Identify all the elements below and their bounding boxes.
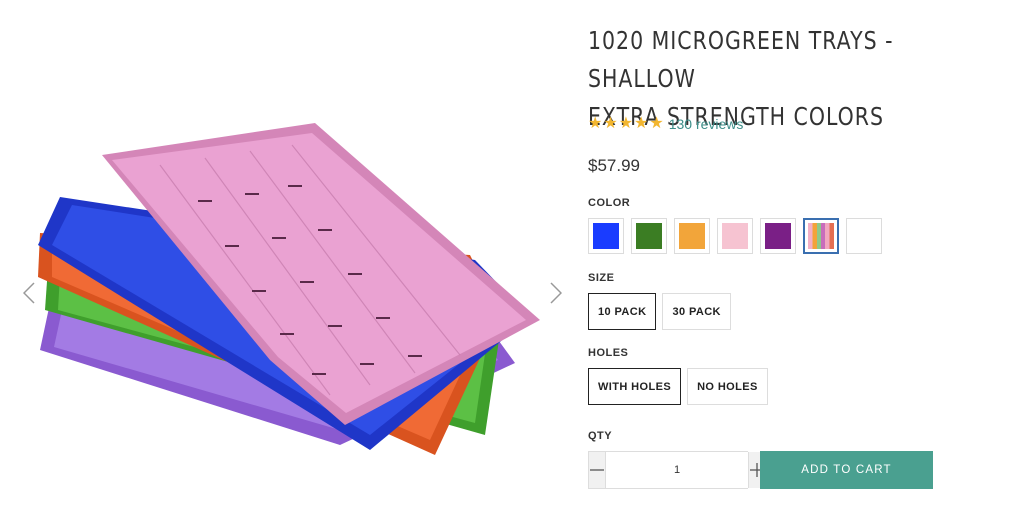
swatch-orange[interactable] <box>674 218 710 254</box>
holes-label: HOLES <box>588 347 629 359</box>
product-details: 1020 MICROGREEN TRAYS - SHALLOW EXTRA ST… <box>588 0 1008 507</box>
qty-decrease-button[interactable] <box>589 452 605 488</box>
quantity-stepper <box>588 451 765 489</box>
product-title-line1: 1020 MICROGREEN TRAYS - SHALLOW <box>588 26 894 93</box>
swatch-mixed[interactable] <box>803 218 839 254</box>
qty-input[interactable] <box>605 452 749 488</box>
swatch-pink[interactable] <box>717 218 753 254</box>
add-to-cart-button[interactable]: ADD TO CART <box>760 451 933 489</box>
color-label: COLOR <box>588 197 631 209</box>
star-icon: ★ <box>603 115 618 132</box>
size-10-pack-button[interactable]: 10 PACK <box>588 293 657 330</box>
gallery-next-button[interactable] <box>545 279 567 307</box>
swatch-white[interactable] <box>846 218 882 254</box>
product-rating: ★ ★ ★ ★ ★ 130 reviews <box>588 114 743 134</box>
size-options: 10 PACK 30 PACK <box>588 293 731 330</box>
no-holes-button[interactable]: NO HOLES <box>687 368 768 405</box>
star-rating: ★ ★ ★ ★ ★ <box>588 116 664 132</box>
with-holes-button[interactable]: WITH HOLES <box>588 368 682 405</box>
size-label: SIZE <box>588 272 615 284</box>
qty-label: QTY <box>588 430 613 442</box>
swatch-purple[interactable] <box>760 218 796 254</box>
color-swatches <box>588 218 882 254</box>
product-price: $57.99 <box>588 156 640 175</box>
product-image <box>38 123 540 455</box>
swatch-blue[interactable] <box>588 218 624 254</box>
star-icon: ★ <box>649 115 664 132</box>
star-icon: ★ <box>588 115 603 132</box>
swatch-green[interactable] <box>631 218 667 254</box>
product-gallery <box>0 0 575 507</box>
star-icon: ★ <box>618 115 634 132</box>
reviews-link[interactable]: 130 reviews <box>669 116 744 132</box>
chevron-right-icon <box>550 282 562 304</box>
star-icon: ★ <box>634 115 649 132</box>
holes-options: WITH HOLES NO HOLES <box>588 368 768 405</box>
minus-icon <box>590 469 604 471</box>
size-30-pack-button[interactable]: 30 PACK <box>662 293 731 330</box>
